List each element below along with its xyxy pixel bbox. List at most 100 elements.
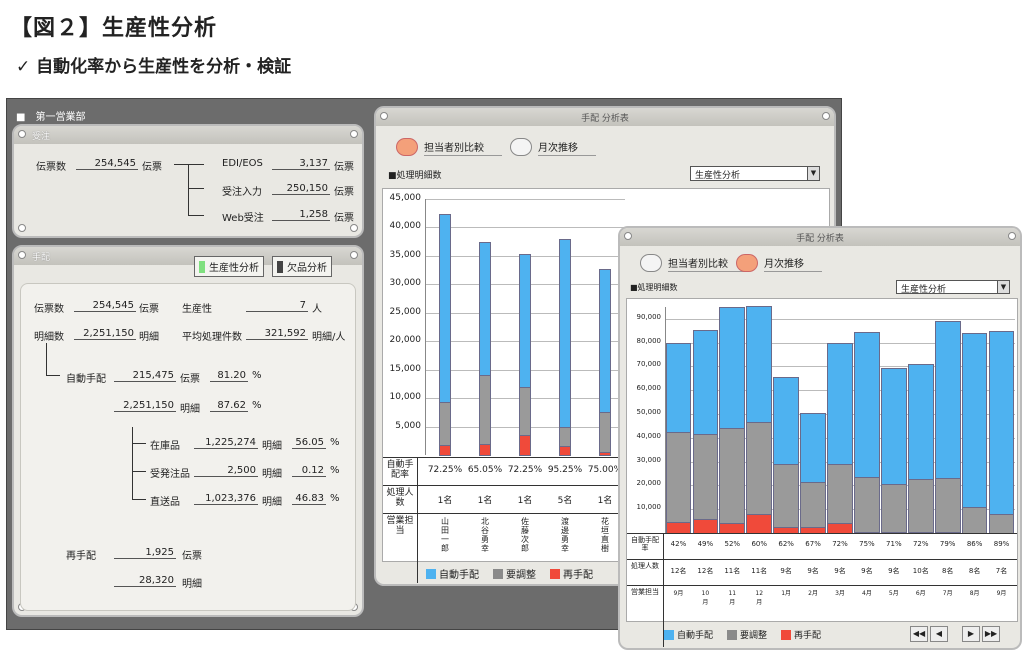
value-auto-meisai: 2,251,150 [114,400,176,412]
value-meisai: 2,251,150 [74,328,136,340]
unit: 伝票 [334,187,354,198]
bar-自動手配 [438,214,452,404]
bar-再手配 [827,522,853,534]
unit: 伝票 [180,374,200,385]
value-chokuso: 1,023,376 [194,493,258,505]
bar-要調整 [518,385,532,437]
department-header: ■ 第一営業部 [16,112,86,123]
person-cell: 10名 [912,567,929,575]
person-cell: 11名 [751,567,768,575]
rate-cell: 75% [859,540,875,548]
value-auto-meisai-pct: 87.62 [210,400,248,412]
dark-indicator-icon [277,260,283,273]
screw-icon [380,112,388,120]
value-zaiko: 1,225,274 [194,437,258,449]
chart-subtitle: ■処理明細数 [388,171,442,181]
bar-再手配 [518,434,532,456]
person-cell: 9名 [780,567,792,575]
value-retehai-meisai: 28,320 [114,575,176,587]
y-tick-label: 10,000 [389,392,422,403]
unit: 伝票 [142,162,162,173]
productivity-button[interactable]: 生産性分析 [194,256,264,277]
y-tick-label: 40,000 [389,221,422,232]
bar-要調整 [692,433,719,520]
category-label: 9月 [673,590,684,597]
rate-cell: 72.25% [427,465,463,475]
value-zaiko-pct: 56.05 [292,437,326,449]
value-average: 321,592 [246,328,308,340]
shortage-button[interactable]: 欠品分析 [272,256,332,277]
label-auto: 自動手配 [66,374,106,385]
y-tick-label: 60,000 [636,384,662,393]
bar-再手配 [746,512,773,534]
bar-再手配 [598,451,612,456]
category-label: 9月 [996,590,1007,597]
legend-retehai: 再手配 [781,628,821,641]
bar-自動手配 [827,342,853,465]
radio-on-icon [396,138,418,156]
tab-staff-compare[interactable]: 担当者別比較 [396,138,502,156]
value-input: 250,150 [272,183,330,195]
person-cell: 8名 [941,567,954,575]
chart-subtitle: ■処理明細数 [630,283,678,292]
bar-再手配 [692,517,719,535]
bar-自動手配 [558,238,572,428]
y-tick-label: 25,000 [389,306,422,317]
row-label: 営業担当 [386,516,414,536]
juchu-title: 受注 [14,126,362,144]
window-title: 手配 分析表 [376,108,834,126]
tab-staff-compare[interactable]: 担当者別比較 [640,254,746,272]
bar-要調整 [719,427,746,525]
screw-icon [350,251,358,259]
next-page-icon[interactable]: ▶ [962,626,980,642]
y-tick-label: 80,000 [636,336,662,345]
row-sep [627,559,1017,560]
bar-再手配 [558,445,572,456]
person-cell: 1名 [517,496,533,506]
y-tick-label: 30,000 [636,455,662,464]
label-edi: EDI/EOS [222,158,263,169]
y-tick-label: 20,000 [389,335,422,346]
bar-要調整 [907,478,934,533]
row-label: 営業担当 [631,588,659,596]
label-zaiko: 在庫品 [150,441,180,452]
first-page-icon[interactable]: ◀◀ [910,626,928,642]
analysis-window-monthly: 手配 分析表 担当者別比較 月次推移 ■処理明細数 生産性分析 ▼ 10,000 2… [618,226,1022,650]
label-web: Web受注 [222,213,264,224]
category-label: 10月 [701,590,710,606]
person-cell: 5名 [557,496,573,506]
y-tick-label: 70,000 [636,360,662,369]
tab-monthly[interactable]: 月次推移 [510,138,596,156]
analysis-select[interactable]: 生産性分析 ▼ [896,280,1010,295]
prev-page-icon[interactable]: ◀ [930,626,948,642]
bar-自動手配 [665,342,692,433]
bar-再手配 [438,443,452,457]
tab-monthly[interactable]: 月次推移 [736,254,822,272]
rate-cell: 49% [697,540,714,548]
category-label: 花垣直樹 [601,517,609,553]
category-label: 3月 [835,590,845,597]
unit: 伝票 [182,551,202,562]
bar-自動手配 [881,367,907,486]
value-chokuso-pct: 46.83 [292,493,326,505]
tehai-panel: 手配 生産性分析 欠品分析 伝票数 254,545 伝票 生産性 7 人 明細数… [12,245,364,617]
bar-自動手配 [854,332,880,479]
bar-要調整 [961,505,988,534]
value-retehai-denpyo: 1,925 [114,547,176,559]
last-page-icon[interactable]: ▶▶ [982,626,1000,642]
bar-要調整 [827,462,853,525]
label-productivity: 生産性 [182,304,212,315]
analysis-select[interactable]: 生産性分析 ▼ [690,166,820,181]
row-sep [627,585,1017,586]
person-cell: 8名 [968,567,981,575]
bar-自動手配 [692,329,719,436]
figure-subtitle: ✓ 自動化率から生産性を分析・検証 [16,57,292,77]
y-axis [425,199,426,455]
rate-cell: 71% [886,540,902,548]
y-tick-label: 40,000 [636,431,662,440]
category-label: 北谷勇幸 [481,517,489,553]
bar-要調整 [478,374,492,445]
legend-auto: 自動手配 [664,628,713,641]
person-cell: 12名 [697,567,714,575]
row-label: 処理人数 [631,562,659,570]
